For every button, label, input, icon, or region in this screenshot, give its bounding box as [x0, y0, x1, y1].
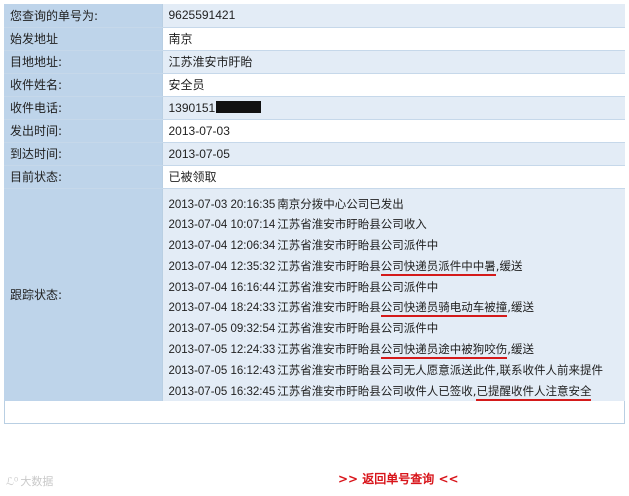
tracking-event: 2013-07-05 09:32:54 江苏省淮安市盱眙县公司派件中	[169, 318, 626, 339]
row-phone: 收件电话: 1390151	[4, 96, 625, 120]
value-phone: 1390151	[162, 96, 625, 120]
tracking-event: 2013-07-04 16:16:44 江苏省淮安市盱眙县公司派件中	[169, 277, 626, 298]
row-tracking-no: 您查询的单号为: 9625591421	[4, 4, 625, 28]
tracking-event: 2013-07-05 16:32:45 江苏省淮安市盱眙县公司收件人已签收,已提醒…	[169, 381, 626, 402]
value-sent-time: 2013-07-03	[162, 119, 625, 143]
tracking-event: 2013-07-05 12:24:33 江苏省淮安市盱眙县公司快递员途中被狗咬伤,…	[169, 339, 626, 360]
tracking-event-time: 2013-07-04 12:06:34	[168, 240, 276, 253]
row-origin: 始发地址 南京	[4, 27, 625, 51]
tracking-result-table: 您查询的单号为: 9625591421 始发地址 南京 目地地址: 江苏淮安市盱…	[4, 4, 626, 402]
value-origin: 南京	[162, 27, 625, 51]
tracking-event-time: 2013-07-05 16:32:45	[168, 385, 276, 398]
watermark-text: 大数据	[20, 475, 54, 488]
tracking-event-time: 2013-07-05 16:12:43	[168, 364, 276, 377]
row-recipient: 收件姓名: 安全员	[4, 73, 625, 97]
tracking-history-cell: 2013-07-03 20:16:35 南京分拨中心公司已发出 2013-07-04…	[162, 188, 626, 402]
tracking-event-time: 2013-07-03 20:16:35	[168, 198, 276, 211]
watermark: ℒ⁰ 大数据	[6, 473, 53, 489]
value-arrival-time: 2013-07-05	[162, 142, 625, 166]
phone-redaction-bar	[216, 100, 262, 113]
row-arrival-time: 到达时间: 2013-07-05	[4, 142, 625, 166]
tracking-event-text: 南京分拨中心公司已发出	[277, 196, 404, 211]
tracking-event-text: 江苏省淮安市盱眙县公司派件中	[277, 238, 439, 253]
tracking-event: 2013-07-04 12:06:34 江苏省淮安市盱眙县公司派件中	[169, 235, 626, 256]
tracking-event-text: 江苏省淮安市盱眙县公司收件人已签收,	[277, 383, 477, 398]
tracking-event: 2013-07-04 12:35:32 江苏省淮安市盱眙县公司快递员派件中中暑,缓…	[169, 256, 626, 277]
tracking-event-text: 江苏省淮安市盱眙县公司收入	[277, 217, 427, 232]
label-sent-time: 发出时间:	[4, 119, 163, 143]
tracking-event-text: 江苏省淮安市盱眙县	[277, 300, 381, 315]
tracking-event-time: 2013-07-04 16:16:44	[168, 281, 276, 294]
tracking-event-highlight: 公司快递员派件中中暑	[380, 258, 496, 276]
tracking-event-time: 2013-07-05 12:24:33	[168, 344, 276, 357]
tracking-event-list: 2013-07-03 20:16:35 南京分拨中心公司已发出 2013-07-04…	[169, 189, 626, 402]
tracking-event-suffix: ,缓送	[507, 300, 534, 315]
label-status: 目前状态:	[4, 165, 163, 189]
tracking-event-text: 江苏省淮安市盱眙县公司派件中	[277, 279, 439, 294]
watermark-logo-icon: ℒ⁰	[6, 475, 19, 488]
tracking-event: 2013-07-04 18:24:33 江苏省淮安市盱眙县公司快递员骑电动车被撞,…	[169, 297, 626, 318]
phone-number-visible: 1390151	[168, 100, 216, 115]
tracking-event-text: 江苏省淮安市盱眙县	[277, 342, 381, 357]
tracking-event: 2013-07-03 20:16:35 南京分拨中心公司已发出	[169, 194, 626, 215]
tracking-event: 2013-07-05 16:12:43 江苏省淮安市盱眙县公司无人愿意派送此件,联…	[169, 360, 626, 381]
tracking-event-highlight: 公司快递员途中被狗咬伤	[380, 342, 508, 360]
value-recipient: 安全员	[162, 73, 625, 97]
value-status: 已被领取	[162, 165, 625, 189]
tracking-event-text: 江苏省淮安市盱眙县公司派件中	[277, 321, 439, 336]
tracking-event-highlight: 已提醒收件人注意安全	[476, 383, 592, 401]
tracking-event-suffix: ,缓送	[495, 258, 523, 273]
label-arrival-time: 到达时间:	[4, 142, 163, 166]
row-destination: 目地地址: 江苏淮安市盱眙	[4, 50, 625, 74]
tracking-event-time: 2013-07-05 09:32:54	[168, 323, 276, 336]
tracking-event: 2013-07-04 10:07:14 江苏省淮安市盱眙县公司收入	[169, 214, 626, 235]
label-tracking-history: 跟踪状态:	[4, 188, 163, 402]
row-sent-time: 发出时间: 2013-07-03	[4, 119, 625, 143]
label-phone: 收件电话:	[4, 96, 163, 120]
row-status: 目前状态: 已被领取	[4, 165, 625, 189]
back-to-query-link[interactable]: >> 返回单号查询 <<	[338, 470, 459, 487]
tracking-event-suffix: ,缓送	[507, 342, 534, 357]
tracking-event-highlight: 公司快递员骑电动车被撞	[380, 300, 508, 318]
label-recipient: 收件姓名:	[4, 73, 163, 97]
label-destination: 目地地址:	[4, 50, 163, 74]
tracking-event-text: 江苏省淮安市盱眙县	[277, 258, 381, 273]
label-origin: 始发地址	[4, 27, 163, 51]
tracking-event-time: 2013-07-04 12:35:32	[168, 260, 276, 273]
label-tracking-no: 您查询的单号为:	[4, 4, 163, 28]
value-destination: 江苏淮安市盱眙	[162, 50, 625, 74]
tracking-event-time: 2013-07-04 10:07:14	[168, 219, 276, 232]
tracking-event-time: 2013-07-04 18:24:33	[168, 302, 276, 315]
tracking-event-text: 江苏省淮安市盱眙县公司无人愿意派送此件,联系收件人前来提件	[277, 362, 603, 377]
value-tracking-no: 9625591421	[162, 4, 625, 28]
row-tracking-history: 跟踪状态: 2013-07-03 20:16:35 南京分拨中心公司已发出 2013…	[4, 188, 626, 402]
